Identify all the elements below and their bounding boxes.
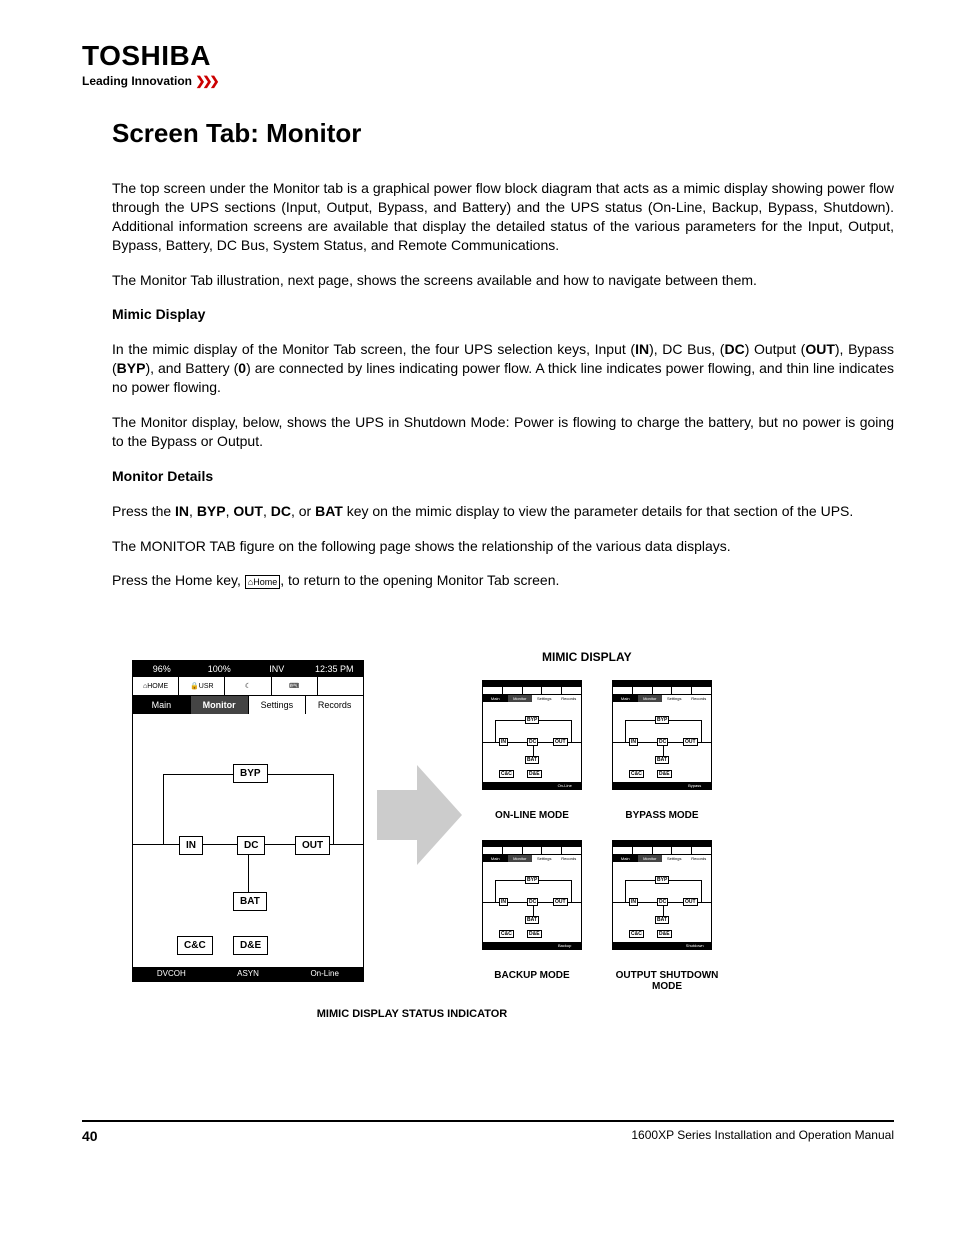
mimic-icon-row: ⌂HOME 🔒USR ☾ ⌨ — [133, 677, 363, 696]
mimic-display-head: Mimic Display — [112, 305, 894, 324]
mini-mimic-shutdown: MainMonitorSettingsRecords BYP IN DC OUT… — [612, 840, 712, 950]
lock-icon[interactable]: 🔒USR — [179, 677, 225, 695]
page-title: Screen Tab: Monitor — [112, 118, 894, 149]
para-4: The Monitor display, below, shows the UP… — [112, 413, 894, 451]
monitor-details-head: Monitor Details — [112, 467, 894, 486]
para-6: The MONITOR TAB figure on the following … — [112, 537, 894, 556]
para-7: Press the Home key, ⌂Home, to return to … — [112, 571, 894, 590]
tab-main[interactable]: Main — [133, 696, 191, 714]
cc-button[interactable]: C&C — [177, 936, 213, 955]
indicator-label: MIMIC DISPLAY STATUS INDICATOR — [312, 1008, 512, 1020]
page-number: 40 — [82, 1128, 98, 1144]
brand-tagline: Leading Innovation ❯❯❯ — [82, 74, 894, 88]
mini-mimic-backup: MainMonitorSettingsRecords BYP IN DC OUT… — [482, 840, 582, 950]
label-bypass: BYPASS MODE — [612, 810, 712, 821]
brand-name: TOSHIBA — [82, 40, 894, 72]
para-1: The top screen under the Monitor tab is … — [112, 179, 894, 255]
home-icon[interactable]: ⌂HOME — [133, 677, 179, 695]
mimic-display-title: MIMIC DISPLAY — [542, 650, 632, 664]
mini-mimic-online: MainMonitorSettingsRecords BYP IN DC OUT… — [482, 680, 582, 790]
moon-icon[interactable]: ☾ — [225, 677, 271, 695]
home-key-icon: ⌂Home — [245, 575, 280, 589]
dc-button[interactable]: DC — [237, 836, 265, 855]
mimic-tabs: Main Monitor Settings Records — [133, 696, 363, 714]
doc-title: 1600XP Series Installation and Operation… — [631, 1128, 894, 1144]
mimic-canvas: BYP IN DC OUT BAT C&C D&E — [133, 714, 363, 966]
de-button[interactable]: D&E — [233, 936, 268, 955]
in-button[interactable]: IN — [179, 836, 203, 855]
main-mimic: 96% 100% INV 12:35 PM ⌂HOME 🔒USR ☾ ⌨ Mai… — [132, 660, 364, 982]
bat-button[interactable]: BAT — [233, 892, 267, 911]
arrow-right-icon — [377, 760, 462, 870]
para-2: The Monitor Tab illustration, next page,… — [112, 271, 894, 290]
tab-records[interactable]: Records — [306, 696, 363, 714]
keypad-icon[interactable]: ⌨ — [272, 677, 318, 695]
label-backup: BACKUP MODE — [482, 970, 582, 981]
para-3: In the mimic display of the Monitor Tab … — [112, 340, 894, 397]
para-5: Press the IN, BYP, OUT, DC, or BAT key o… — [112, 502, 894, 521]
brand-header: TOSHIBA Leading Innovation ❯❯❯ — [82, 40, 894, 88]
body-text: The top screen under the Monitor tab is … — [112, 179, 894, 590]
label-shutdown: OUTPUT SHUTDOWN MODE — [612, 970, 722, 992]
mimic-status-top: 96% 100% INV 12:35 PM — [133, 661, 363, 677]
mini-mimic-bypass: MainMonitorSettingsRecords BYP IN DC OUT… — [612, 680, 712, 790]
page-footer: 40 1600XP Series Installation and Operat… — [82, 1120, 894, 1144]
out-button[interactable]: OUT — [295, 836, 330, 855]
mimic-status-bottom: DVCOH ASYN On-Line — [133, 967, 363, 981]
byp-button[interactable]: BYP — [233, 764, 268, 783]
tab-monitor[interactable]: Monitor — [191, 696, 249, 714]
label-online: ON-LINE MODE — [482, 810, 582, 821]
tab-settings[interactable]: Settings — [249, 696, 307, 714]
